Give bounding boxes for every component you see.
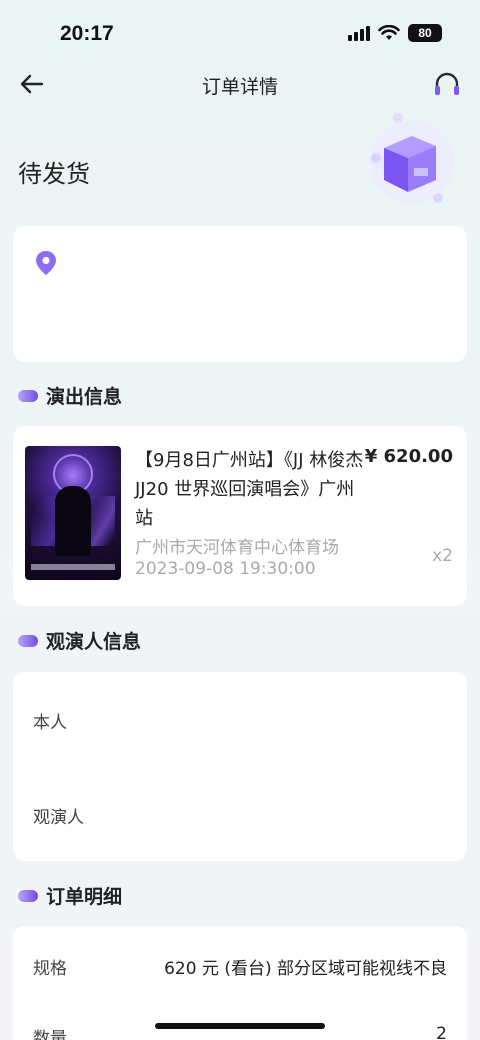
- spec-label: 规格: [33, 959, 67, 979]
- audience-self-label: 本人: [33, 713, 67, 733]
- status-time: 20:17: [60, 22, 114, 45]
- show-venue: 广州市天河体育中心体育场: [135, 538, 339, 558]
- spec-value: 620 元 (看台) 部分区域可能视线不良: [164, 959, 447, 979]
- section-title-audience-info: 观演人信息: [46, 631, 142, 653]
- audience-viewer-label: 观演人: [33, 808, 84, 828]
- section-audience-info: 观演人信息: [18, 627, 141, 654]
- quantity-value: 2: [436, 1024, 447, 1040]
- nav-bar: 订单详情: [0, 62, 480, 106]
- customer-service-headset-icon[interactable]: [432, 70, 462, 100]
- show-datetime: 2023-09-08 19:30:00: [135, 559, 316, 579]
- package-box-icon: [370, 113, 454, 204]
- show-title: 【9月8日广州站】《JJ 林俊杰 JJ20 世界巡回演唱会》广州站: [135, 450, 364, 529]
- section-order-detail: 订单明细: [18, 882, 122, 909]
- audience-card: 本人 观演人: [13, 672, 467, 861]
- status-bar: 20:17 80: [0, 0, 480, 70]
- show-card[interactable]: 【9月8日广州站】《JJ 林俊杰 JJ20 世界巡回演唱会》广州站 ¥ 620.…: [13, 426, 467, 606]
- status-icons: 80: [348, 24, 442, 42]
- show-quantity: x2: [432, 546, 453, 566]
- cellular-signal-icon: [348, 25, 370, 41]
- section-title-show-info: 演出信息: [46, 386, 123, 408]
- location-pin-icon: [36, 251, 56, 275]
- order-status-heading: 待发货: [18, 160, 90, 188]
- page-title: 订单详情: [201, 76, 278, 98]
- show-poster-image: [25, 446, 121, 580]
- home-indicator[interactable]: [155, 1023, 325, 1029]
- section-marker-icon: [18, 889, 38, 902]
- section-show-info: 演出信息: [18, 382, 122, 409]
- section-title-order-detail: 订单明细: [46, 886, 123, 908]
- show-price: ¥ 620.00: [364, 446, 453, 467]
- quantity-label: 数量: [33, 1029, 67, 1040]
- section-marker-icon: [18, 634, 38, 647]
- section-marker-icon: [18, 389, 38, 402]
- wifi-icon: [378, 25, 400, 40]
- battery-indicator: 80: [408, 24, 442, 42]
- address-card[interactable]: [13, 226, 467, 362]
